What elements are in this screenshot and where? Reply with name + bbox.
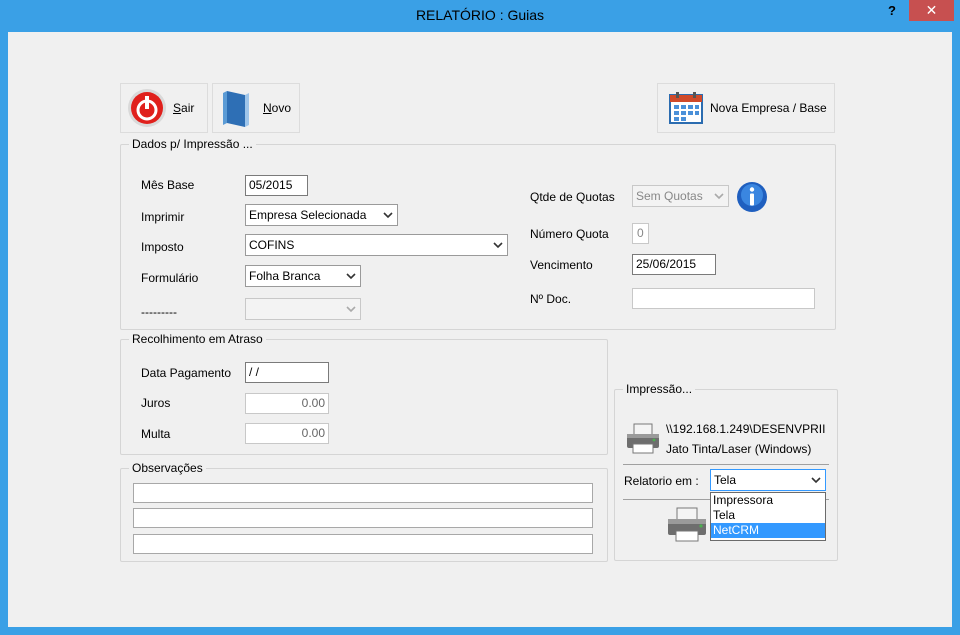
relatorio-em-select[interactable]: Tela [710, 469, 826, 491]
recolhimento-title: Recolhimento em Atraso [129, 332, 266, 346]
relatorio-em-label: Relatorio em : [624, 474, 699, 488]
observacoes-title: Observações [129, 461, 206, 475]
observacao-line-1[interactable] [133, 483, 593, 503]
data-pagamento-label: Data Pagamento [141, 366, 232, 380]
chevron-down-icon [383, 209, 393, 219]
numero-quota-label: Número Quota [530, 227, 609, 241]
multa-input[interactable]: 0.00 [245, 423, 329, 444]
novo-button[interactable]: Novo [212, 83, 300, 133]
sair-button[interactable]: Sair [120, 83, 208, 133]
option-netcrm[interactable]: NetCRM [711, 523, 825, 538]
calendar-icon [668, 90, 704, 126]
info-icon[interactable] [736, 181, 768, 213]
power-icon [127, 88, 167, 128]
option-tela[interactable]: Tela [711, 508, 825, 523]
formulario-value: Folha Branca [249, 269, 321, 283]
chevron-down-icon [346, 270, 356, 280]
dashes-label: --------- [141, 305, 177, 319]
help-button[interactable]: ? [882, 3, 902, 21]
imprimir-label: Imprimir [141, 210, 185, 224]
imposto-label: Imposto [141, 240, 184, 254]
mes-base-label: Mês Base [141, 178, 195, 192]
qtde-quotas-select[interactable]: Sem Quotas [632, 185, 729, 207]
relatorio-em-dropdown-list: Impressora Tela NetCRM [710, 492, 826, 541]
formulario-label: Formulário [141, 271, 199, 285]
juros-input[interactable]: 0.00 [245, 393, 329, 414]
observacao-line-3[interactable] [133, 534, 593, 554]
nova-empresa-base-label: Nova Empresa / Base [710, 101, 827, 115]
juros-label: Juros [141, 396, 171, 410]
window-client-area: Sair Novo Nova Empresa / Base Dados p/ I… [8, 32, 952, 627]
imprimir-select[interactable]: Empresa Selecionada [245, 204, 398, 226]
chevron-down-icon [493, 239, 503, 249]
chevron-down-icon [346, 303, 356, 313]
novo-label: Novo [263, 101, 292, 115]
mes-base-input[interactable]: 05/2015 [245, 175, 308, 196]
multa-label: Multa [141, 427, 171, 441]
numero-quota-input[interactable]: 0 [632, 223, 649, 244]
printer-icon [624, 422, 662, 456]
vencimento-input[interactable]: 25/06/2015 [632, 254, 716, 275]
qtde-quotas-label: Qtde de Quotas [530, 190, 615, 204]
option-impressora[interactable]: Impressora [711, 493, 825, 508]
recolhimento-group: Recolhimento em Atraso [120, 332, 608, 455]
imposto-value: COFINS [249, 238, 295, 252]
chevron-down-icon [811, 474, 821, 484]
chevron-down-icon [714, 190, 724, 200]
window-title: RELATÓRIO : Guias [415, 7, 545, 23]
book-icon [221, 87, 253, 129]
ndoc-input[interactable] [632, 288, 815, 309]
vencimento-label: Vencimento [530, 258, 593, 272]
data-pagamento-input[interactable]: / / [245, 362, 329, 383]
qtde-quotas-value: Sem Quotas [636, 189, 703, 203]
close-button[interactable]: ✕ [909, 0, 954, 21]
printer-path: \\192.168.1.249\DESENVPRII [666, 422, 826, 436]
imprimir-value: Empresa Selecionada [249, 208, 367, 222]
impressao-title: Impressão... [623, 382, 696, 396]
title-bar: RELATÓRIO : Guias ? ✕ [0, 0, 960, 32]
observacao-line-2[interactable] [133, 508, 593, 528]
ndoc-label: Nº Doc. [530, 292, 572, 306]
relatorio-em-value: Tela [714, 473, 737, 487]
dados-impressao-title: Dados p/ Impressão ... [129, 137, 256, 151]
imposto-select[interactable]: COFINS [245, 234, 508, 256]
extra-select[interactable] [245, 298, 361, 320]
print-button[interactable] [665, 506, 709, 544]
impressao-separator-top [623, 464, 829, 465]
printer-icon [668, 507, 706, 542]
printer-driver: Jato Tinta/Laser (Windows) [666, 442, 812, 456]
formulario-select[interactable]: Folha Branca [245, 265, 361, 287]
nova-empresa-base-button[interactable]: Nova Empresa / Base [657, 83, 835, 133]
sair-label: Sair [173, 101, 195, 115]
